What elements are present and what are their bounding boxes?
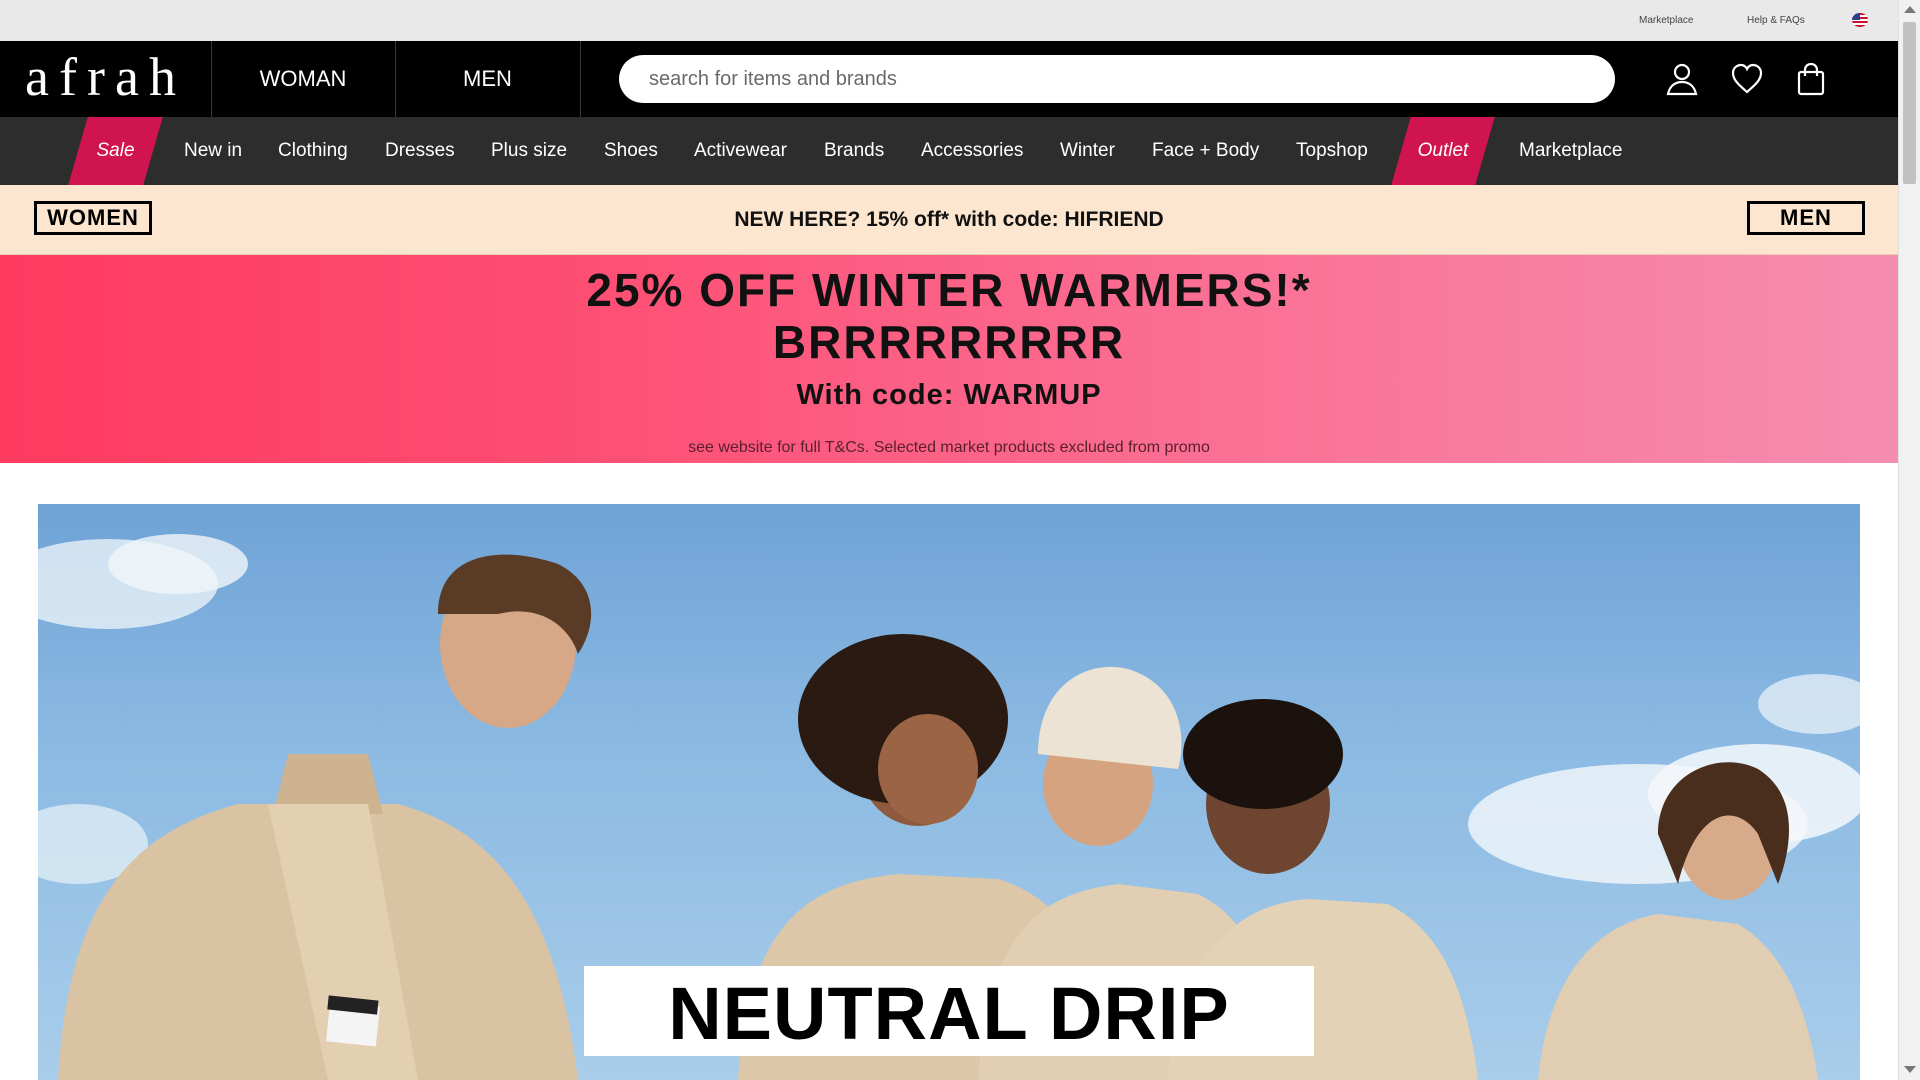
women-button[interactable]: WOMEN — [34, 201, 152, 235]
category-nav: Sale New in Clothing Dresses Plus size S… — [0, 117, 1898, 185]
utility-help-link[interactable]: Help & FAQs — [1747, 15, 1805, 26]
nav-item-clothing[interactable]: Clothing — [278, 117, 348, 185]
site-logo[interactable]: afrah — [0, 41, 212, 117]
shopping-bag-icon[interactable] — [1793, 61, 1829, 97]
us-flag-icon[interactable] — [1852, 13, 1868, 27]
scroll-down-arrow-icon[interactable] — [1904, 1066, 1916, 1073]
promo-strip: NEW HERE? 15% off* with code: HIFRIEND W… — [0, 185, 1898, 255]
scrollbar-thumb[interactable] — [1903, 22, 1916, 184]
nav-item-winter[interactable]: Winter — [1060, 117, 1115, 185]
nav-item-plus-size[interactable]: Plus size — [491, 117, 567, 185]
hero-caption: NEUTRAL DRIP — [584, 966, 1314, 1056]
men-button[interactable]: MEN — [1747, 201, 1865, 235]
utility-marketplace-link[interactable]: Marketplace — [1639, 15, 1693, 26]
nav-item-dresses[interactable]: Dresses — [385, 117, 455, 185]
hero-image[interactable]: NEUTRAL DRIP — [38, 504, 1860, 1080]
banner-subheadline: BRRRRRRRRR — [772, 316, 1126, 368]
banner-promo-code: With code: WARMUP — [796, 379, 1102, 411]
nav-item-topshop[interactable]: Topshop — [1296, 117, 1368, 185]
search-input[interactable] — [619, 55, 1615, 103]
nav-item-marketplace[interactable]: Marketplace — [1519, 117, 1623, 185]
nav-item-new-in[interactable]: New in — [184, 117, 242, 185]
account-icon[interactable] — [1664, 61, 1700, 97]
wishlist-heart-icon[interactable] — [1729, 61, 1765, 97]
scroll-up-arrow-icon[interactable] — [1904, 6, 1916, 13]
tab-woman[interactable]: WOMAN — [211, 41, 396, 117]
vertical-scrollbar[interactable] — [1898, 0, 1920, 1080]
nav-item-activewear[interactable]: Activewear — [694, 117, 787, 185]
tab-men[interactable]: MEN — [395, 41, 581, 117]
banner-headline: 25% OFF WINTER WARMERS!* — [586, 264, 1312, 316]
promo-text: NEW HERE? 15% off* with code: HIFRIEND — [734, 208, 1164, 231]
sale-banner[interactable]: 25% OFF WINTER WARMERS!* BRRRRRRRRR With… — [0, 255, 1898, 463]
main-header: afrah WOMAN MEN — [0, 41, 1898, 117]
nav-item-accessories[interactable]: Accessories — [921, 117, 1023, 185]
nav-item-face-body[interactable]: Face + Body — [1152, 117, 1259, 185]
nav-item-brands[interactable]: Brands — [824, 117, 884, 185]
banner-terms: see website for full T&Cs. Selected mark… — [688, 439, 1210, 456]
nav-item-shoes[interactable]: Shoes — [604, 117, 658, 185]
nav-item-outlet[interactable]: Outlet — [1391, 117, 1495, 185]
nav-item-sale[interactable]: Sale — [68, 117, 163, 185]
utility-bar: Marketplace Help & FAQs — [0, 0, 1898, 42]
